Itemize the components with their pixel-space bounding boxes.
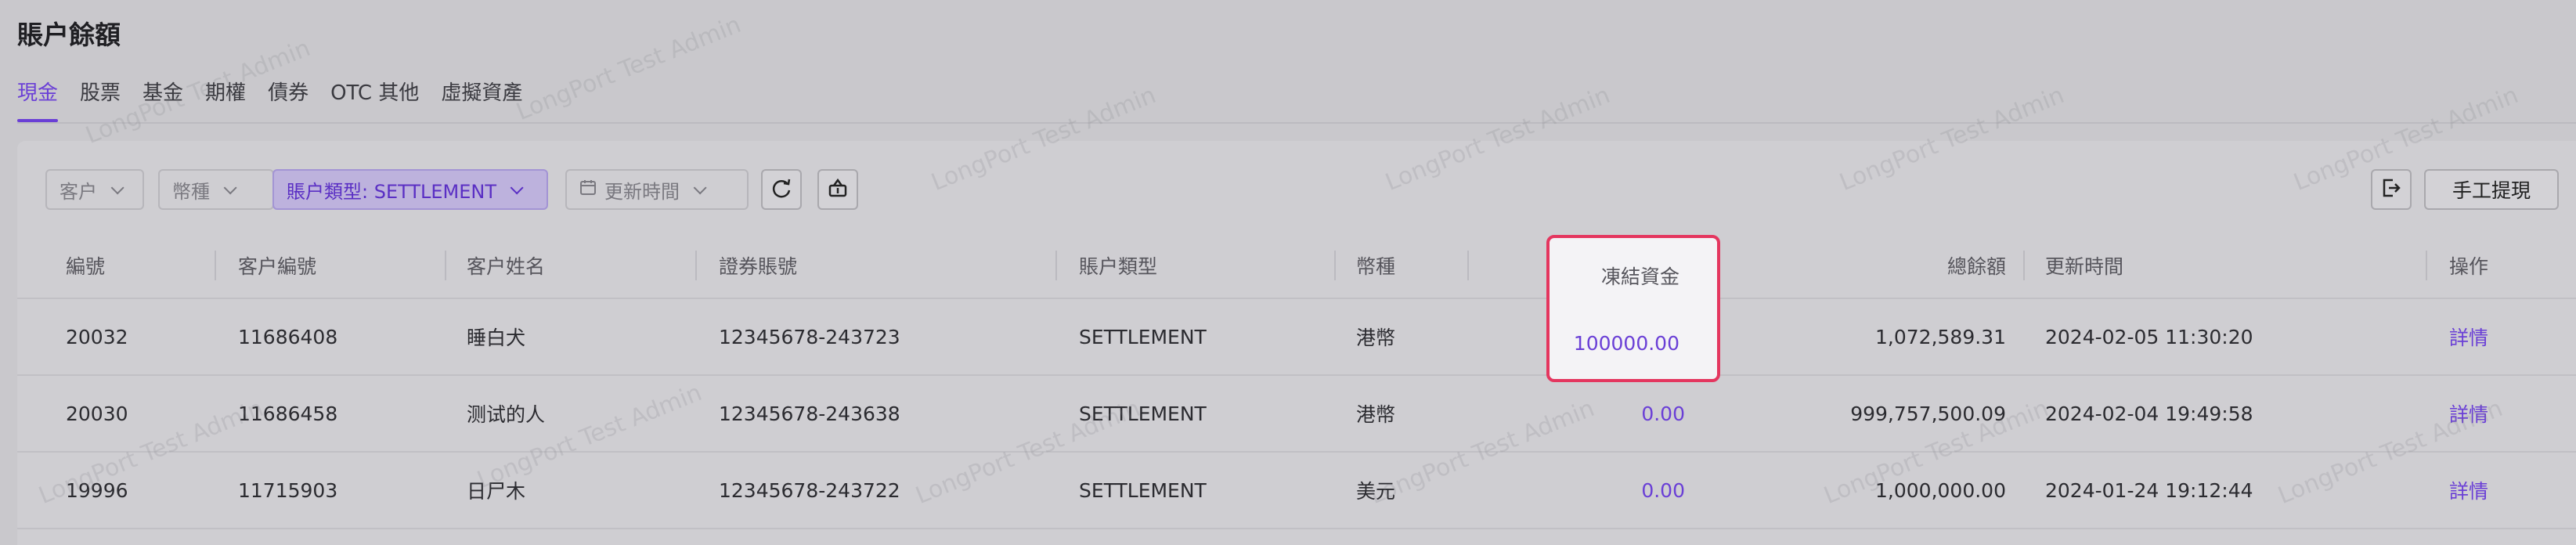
cell-client-no: 11715903 <box>238 478 338 502</box>
tab-funds[interactable]: 基金 <box>143 77 183 124</box>
column-divider <box>1055 251 1057 280</box>
cell-account-type: SETTLEMENT <box>1079 478 1207 502</box>
page-title: 賬户餘額 <box>17 20 121 50</box>
basket-icon <box>827 177 849 202</box>
column-divider <box>215 251 216 280</box>
table-row: 20032 11686408 睡白犬 12345678-243723 SETTL… <box>17 299 2576 376</box>
cell-account-type: SETTLEMENT <box>1079 325 1207 348</box>
cell-id: 20032 <box>66 325 128 348</box>
column-divider <box>695 251 697 280</box>
tab-bonds[interactable]: 債券 <box>268 77 308 124</box>
cell-securities-account: 12345678-243723 <box>719 325 900 348</box>
col-action: 操作 <box>2449 255 2489 278</box>
chevron-down-icon <box>110 181 124 195</box>
chevron-down-icon <box>510 181 524 195</box>
cell-client-name: 测试的人 <box>467 403 546 426</box>
cell-updated-at: 2024-02-05 11:30:20 <box>2045 325 2253 348</box>
export-button[interactable] <box>2371 169 2412 210</box>
col-securities-account: 證券賬號 <box>719 255 798 278</box>
column-divider <box>1467 251 1469 280</box>
cell-updated-at: 2024-01-24 19:12:44 <box>2045 478 2253 502</box>
cell-total-balance: 1,000,000.00 <box>1875 478 2006 502</box>
cell-client-name: 睡白犬 <box>467 327 526 349</box>
tab-divider <box>17 122 2576 124</box>
cell-securities-account: 12345678-243638 <box>719 402 900 425</box>
update-time-filter[interactable]: 更新時間 <box>565 169 749 210</box>
update-time-filter-label: 更新時間 <box>604 180 680 203</box>
cell-frozen: 0.00 <box>1641 478 1685 502</box>
table-header: 編號 客户編號 客户姓名 證券賬號 賬户類型 幣種 總餘額 更新時間 操作 <box>17 233 2576 299</box>
refresh-icon <box>770 177 792 202</box>
tab-virtual-assets[interactable]: 虛擬資產 <box>441 77 522 124</box>
basket-button[interactable] <box>817 169 858 210</box>
column-divider <box>2023 251 2025 280</box>
details-link[interactable]: 詳情 <box>2449 376 2488 451</box>
cell-client-no: 11686408 <box>238 325 338 348</box>
client-filter-label: 客户 <box>60 180 97 203</box>
cell-client-no: 11686458 <box>238 402 338 425</box>
col-total-balance: 總餘額 <box>1946 255 2006 278</box>
watermark: LongPort Test Admin <box>512 10 745 127</box>
cell-id: 20030 <box>66 402 128 425</box>
chevron-down-icon <box>223 181 237 195</box>
col-account-type: 賬户類型 <box>1079 255 1158 278</box>
chevron-down-icon <box>693 181 707 195</box>
currency-filter-label: 幣種 <box>172 180 210 203</box>
currency-filter[interactable]: 幣種 <box>158 169 274 210</box>
cell-client-name: 日尸木 <box>467 480 526 503</box>
column-divider <box>1334 251 1336 280</box>
column-divider <box>2426 251 2427 280</box>
cell-frozen: 0.00 <box>1641 402 1685 425</box>
calendar-icon <box>579 179 597 200</box>
cell-id: 19996 <box>66 478 128 502</box>
cell-currency: 港幣 <box>1356 403 1396 426</box>
col-id: 編號 <box>66 255 106 278</box>
tab-otc-other[interactable]: OTC 其他 <box>330 77 419 124</box>
tab-bar: 現金 股票 基金 期權 債券 OTC 其他 虛擬資產 <box>17 77 522 124</box>
col-currency: 幣種 <box>1356 255 1396 278</box>
table-row: 19996 11715903 日尸木 12345678-243722 SETTL… <box>17 453 2576 529</box>
cell-total-balance: 999,757,500.09 <box>1850 402 2006 425</box>
cell-securities-account: 12345678-243722 <box>719 478 900 502</box>
details-link[interactable]: 詳情 <box>2449 299 2488 374</box>
account-type-filter[interactable]: 賬户類型: SETTLEMENT <box>272 169 548 210</box>
cell-currency: 美元 <box>1356 480 1396 503</box>
cell-account-type: SETTLEMENT <box>1079 402 1207 425</box>
refresh-button[interactable] <box>761 169 802 210</box>
cell-currency: 港幣 <box>1356 327 1396 349</box>
col-updated-at: 更新時間 <box>2045 255 2124 278</box>
col-frozen: 凍結資金 <box>1600 265 1679 288</box>
col-client-no: 客户編號 <box>238 255 317 278</box>
table-row: 20030 11686458 测试的人 12345678-243638 SETT… <box>17 376 2576 453</box>
tab-options[interactable]: 期權 <box>205 77 246 124</box>
client-filter[interactable]: 客户 <box>45 169 144 210</box>
account-type-filter-label: 賬户類型: SETTLEMENT <box>287 180 497 203</box>
manual-withdraw-button[interactable]: 手工提現 <box>2424 169 2559 210</box>
column-divider <box>445 251 446 280</box>
cell-frozen: 100000.00 <box>1573 332 1679 355</box>
cell-updated-at: 2024-02-04 19:49:58 <box>2045 402 2253 425</box>
details-link[interactable]: 詳情 <box>2449 453 2488 528</box>
col-client-name: 客户姓名 <box>467 255 546 278</box>
cell-total-balance: 1,072,589.31 <box>1875 325 2006 348</box>
tab-stocks[interactable]: 股票 <box>80 77 121 124</box>
balance-panel: 客户 幣種 賬户類型: SETTLEMENT 更新時間 手工提現 編號 客户編號… <box>17 141 2576 545</box>
export-icon <box>2380 177 2402 202</box>
tab-cash[interactable]: 現金 <box>17 77 59 124</box>
frozen-funds-highlight: 凍結資金 100000.00 <box>1546 235 1720 382</box>
